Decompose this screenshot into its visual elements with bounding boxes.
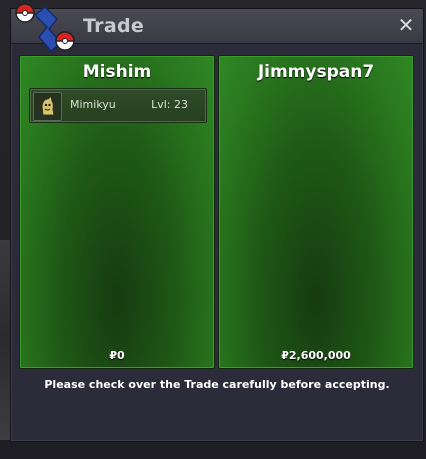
pokeball-logo-icon [15, 3, 75, 53]
trade-window: Trade ✕ Mishim Mimikyu Lvl: 23 ₽0 Jimmys… [10, 3, 424, 442]
game-screen: Trade ✕ Mishim Mimikyu Lvl: 23 ₽0 Jimmys… [0, 0, 426, 459]
window-title: Trade [83, 15, 145, 37]
trade-pokemon-slot[interactable]: Mimikyu Lvl: 23 [29, 88, 207, 123]
background-scenery [0, 240, 10, 440]
trade-panel-self: Mishim Mimikyu Lvl: 23 ₽0 [19, 55, 215, 369]
trader-name-self: Mishim [82, 62, 152, 82]
close-icon[interactable]: ✕ [395, 14, 417, 36]
trade-notice: Please check over the Trade carefully be… [44, 378, 390, 391]
mimikyu-sprite-icon [33, 92, 62, 121]
trade-panel-partner: Jimmyspan7 ₽2,600,000 [218, 55, 414, 369]
money-offer-partner: ₽2,600,000 [281, 349, 351, 362]
money-offer-self: ₽0 [109, 349, 125, 362]
trader-name-partner: Jimmyspan7 [257, 62, 375, 82]
pokemon-name: Mimikyu [70, 98, 116, 111]
pokemon-level: Lvl: 23 [151, 98, 188, 111]
